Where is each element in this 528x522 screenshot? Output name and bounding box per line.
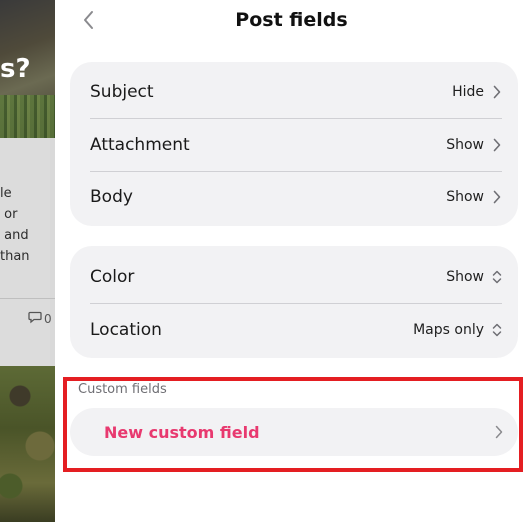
field-label: Color (90, 267, 135, 287)
background-post-text: le or and than (0, 186, 30, 264)
field-row-location[interactable]: Location Maps only (70, 304, 518, 356)
background-divider (0, 298, 55, 299)
background-photo-bottom (0, 366, 55, 522)
header: Post fields (55, 0, 528, 44)
field-visibility-value: Show (446, 137, 484, 153)
background-title: s? (0, 54, 31, 84)
post-fields-sheet: Post fields Subject Hide Attachment Show (55, 0, 528, 522)
field-row-attachment[interactable]: Attachment Show (70, 119, 518, 171)
field-row-subject[interactable]: Subject Hide (70, 66, 518, 118)
chevron-up-down-icon (490, 323, 504, 337)
chevron-up-down-icon (490, 270, 504, 284)
field-label: Body (90, 187, 133, 207)
new-custom-field-label: New custom field (104, 422, 260, 442)
field-label: Subject (90, 82, 154, 102)
field-label: Attachment (90, 135, 190, 155)
page-title: Post fields (235, 9, 348, 31)
background-feed: s? le or and than 0 (0, 0, 55, 522)
chevron-right-icon (492, 425, 506, 439)
display-fields-group: Color Show Location Maps only (70, 246, 518, 358)
custom-fields-section-label: Custom fields (78, 382, 167, 397)
field-visibility-value: Show (446, 269, 484, 285)
chevron-right-icon (490, 138, 504, 152)
new-custom-field-button[interactable]: New custom field (70, 408, 518, 456)
background-comment-count: 0 (28, 310, 52, 327)
chevron-right-icon (490, 190, 504, 204)
field-visibility-value: Maps only (413, 322, 484, 338)
field-visibility-value: Show (446, 189, 484, 205)
field-visibility-value: Hide (452, 84, 484, 100)
comment-icon (28, 310, 42, 327)
standard-fields-group: Subject Hide Attachment Show Body Show (70, 62, 518, 226)
chevron-right-icon (490, 85, 504, 99)
field-row-color[interactable]: Color Show (70, 251, 518, 303)
field-row-body[interactable]: Body Show (70, 171, 518, 223)
field-label: Location (90, 320, 162, 340)
